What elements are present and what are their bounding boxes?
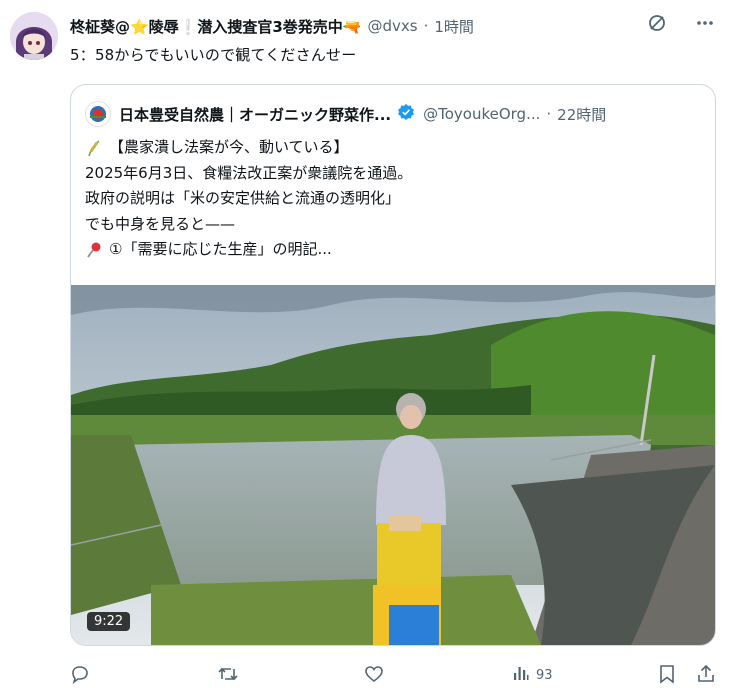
more-icon[interactable]: [694, 12, 716, 34]
quoted-post-text: 【農家潰し法案が今、動いている】 2025年6月3日、食糧法改正案が衆議院を通過…: [85, 135, 695, 263]
video-thumbnail: [71, 285, 715, 645]
quoted-line: 2025年6月3日、食糧法改正案が衆議院を通過。: [85, 163, 413, 182]
reply-icon: [70, 664, 90, 688]
meta-separator: ·: [423, 17, 429, 35]
post-header: 柊柾葵@⭐陵辱❕潜入捜査官3巻発売中🔫 @dvxs · 1時間: [70, 12, 474, 40]
reply-button[interactable]: [70, 664, 90, 688]
post-time[interactable]: 1時間: [434, 16, 474, 37]
video-player[interactable]: 9:22: [71, 285, 715, 645]
pushpin-icon: [85, 241, 103, 259]
quoted-author-name[interactable]: 日本豊受自然農｜オーガニック野菜作...: [119, 104, 391, 125]
action-bar: 93: [70, 664, 720, 688]
author-name[interactable]: 柊柾葵@⭐陵辱❕潜入捜査官3巻発売中🔫: [70, 16, 361, 37]
rice-plant-icon: [85, 139, 103, 157]
video-duration: 9:22: [87, 612, 131, 631]
like-icon: [364, 664, 384, 688]
author-avatar[interactable]: [10, 12, 58, 60]
quoted-meta-separator: ·: [546, 105, 552, 123]
quoted-post-time[interactable]: 22時間: [557, 104, 606, 125]
grok-icon[interactable]: [646, 12, 668, 34]
quoted-author-handle[interactable]: @ToyoukeOrg...: [423, 105, 540, 123]
quoted-post[interactable]: 日本豊受自然農｜オーガニック野菜作... @ToyoukeOrg... · 22…: [70, 84, 716, 646]
quoted-line: 政府の説明は「米の安定供給と流通の透明化」: [85, 189, 401, 207]
post-text: 5：58からでもいいので観てくださんせー: [70, 46, 357, 64]
quoted-post-header: 日本豊受自然農｜オーガニック野菜作... @ToyoukeOrg... · 22…: [85, 101, 606, 127]
bookmark-button[interactable]: [658, 664, 676, 688]
share-button[interactable]: [696, 664, 716, 688]
quoted-line: 【農家潰し法案が今、動いている】: [109, 138, 349, 156]
verified-badge-icon: [397, 103, 415, 125]
views-icon: [512, 664, 530, 686]
like-button[interactable]: [364, 664, 384, 688]
quoted-author-avatar[interactable]: [85, 101, 111, 127]
quoted-line: ①「需要に応じた生産」の明記...: [109, 240, 332, 258]
repost-button[interactable]: [217, 664, 239, 688]
views-button[interactable]: 93: [512, 664, 553, 686]
share-icon: [696, 664, 716, 688]
views-count: 93: [536, 667, 553, 683]
quoted-line: でも中身を見ると——: [85, 214, 236, 233]
author-handle[interactable]: @dvxs: [367, 17, 417, 35]
bookmark-icon: [658, 664, 676, 688]
repost-icon: [217, 664, 239, 688]
